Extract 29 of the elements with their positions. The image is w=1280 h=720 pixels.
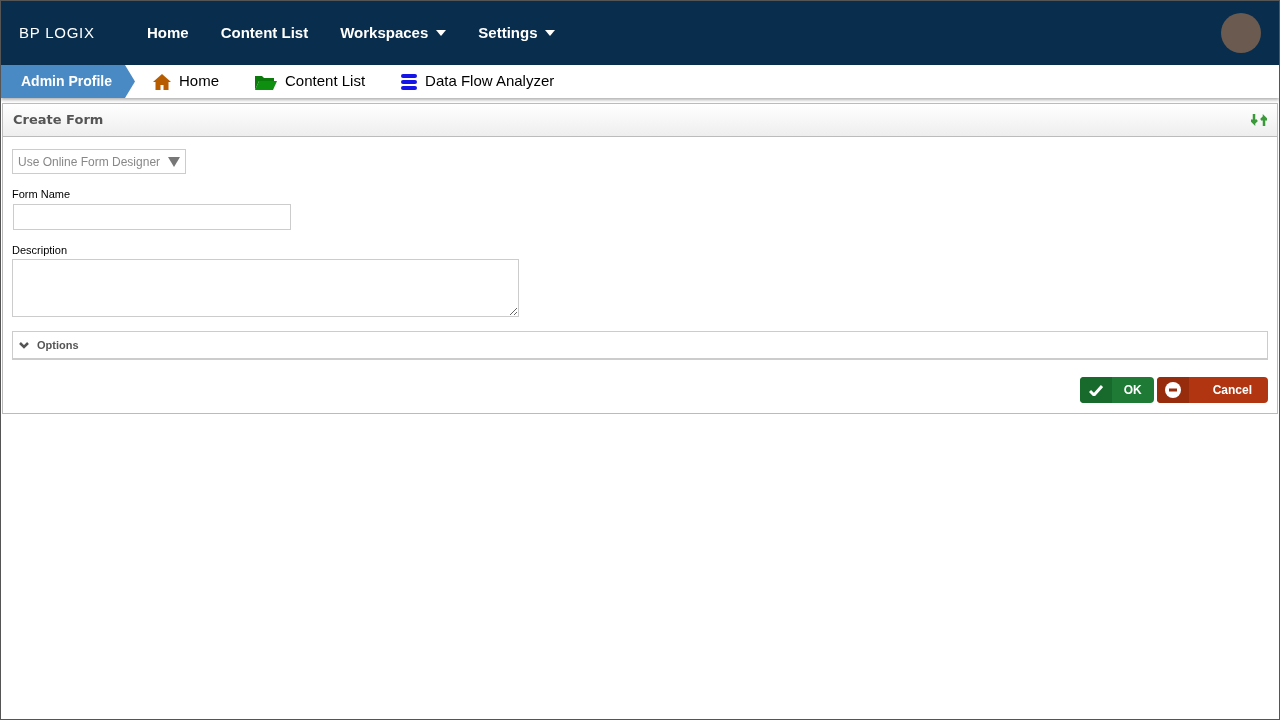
cancel-button[interactable]: Cancel: [1156, 377, 1268, 403]
field-label: Description: [12, 242, 69, 258]
folder-icon: [255, 73, 277, 90]
breadcrumb-link[interactable]: Content List: [255, 70, 366, 93]
caret-icon: [436, 30, 447, 36]
caret-icon: [545, 30, 556, 36]
minus-circle-icon: [1164, 382, 1181, 398]
dropdown-arrow-icon: [168, 156, 181, 167]
nav-link[interactable]: Settings: [478, 21, 556, 45]
nav-link[interactable]: Home: [147, 21, 189, 45]
panel-title: Create Form: [13, 111, 104, 130]
breadcrumb-link[interactable]: Home: [153, 70, 219, 93]
ok-button[interactable]: OK: [1079, 377, 1154, 403]
breadcrumb-link[interactable]: Data Flow Analyzer: [401, 70, 555, 93]
checkmark-icon: [1088, 384, 1103, 396]
chevron-icon: [19, 341, 29, 349]
options-section[interactable]: Options: [12, 331, 1268, 360]
designer-dropdown[interactable]: Use Online Form Designer: [12, 149, 187, 174]
house-icon: [153, 73, 171, 90]
logo: BP LOGIX: [19, 22, 96, 43]
profile-tab[interactable]: Admin Profile: [1, 65, 135, 98]
field-label: Form Name: [12, 187, 72, 202]
refresh-icon[interactable]: [1251, 112, 1267, 128]
nav-link[interactable]: Workspaces: [340, 21, 447, 45]
database-icon: [401, 73, 418, 90]
avatar[interactable]: [1221, 13, 1261, 53]
form-name-field[interactable]: [13, 203, 291, 230]
description-field[interactable]: [12, 259, 519, 317]
nav-link[interactable]: Content List: [220, 21, 309, 45]
